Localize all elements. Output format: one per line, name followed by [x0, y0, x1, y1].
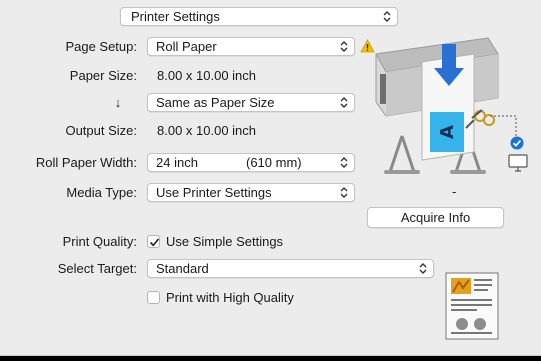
checkmark-icon: [149, 238, 160, 247]
scaling-value: Same as Paper Size: [156, 95, 275, 110]
media-type-label: Media Type:: [66, 185, 137, 200]
chevron-updown-icon: [340, 187, 348, 198]
presets-popup[interactable]: Printer Settings: [120, 7, 398, 26]
printer-illustration: A: [375, 37, 517, 174]
chevron-updown-icon: [340, 41, 348, 52]
chevron-updown-icon: [340, 157, 348, 168]
svg-text:A: A: [437, 125, 458, 139]
chevron-updown-icon: [340, 97, 348, 108]
roll-paper-width-mm: (610 mm): [246, 155, 302, 170]
chevron-updown-icon: [419, 263, 427, 274]
quality-preview-icon: [445, 272, 499, 340]
print-dialog-panel: Printer Settings Page Setup: Roll Paper …: [0, 0, 541, 356]
page-setup-value: Roll Paper: [156, 39, 217, 54]
media-type-popup[interactable]: Use Printer Settings: [147, 183, 355, 202]
status-dash: -: [452, 184, 457, 199]
roll-paper-width-popup[interactable]: 24 inch (610 mm): [147, 153, 355, 172]
output-size-value: 8.00 x 10.00 inch: [157, 123, 257, 138]
select-target-value: Standard: [156, 261, 209, 276]
print-quality-label: Print Quality:: [62, 234, 137, 249]
use-simple-settings-checkbox[interactable]: [147, 235, 160, 248]
select-target-label: Select Target:: [57, 261, 137, 276]
scaling-arrow-icon: ↓: [114, 95, 122, 110]
paper-size-value: 8.00 x 10.00 inch: [157, 68, 257, 83]
monitor-icon: [508, 154, 528, 172]
roll-paper-width-inch: 24 inch: [156, 155, 198, 170]
output-size-label: Output Size:: [65, 123, 137, 138]
scaling-popup[interactable]: Same as Paper Size: [147, 93, 355, 112]
acquire-info-button[interactable]: Acquire Info: [367, 207, 504, 228]
media-type-value: Use Printer Settings: [156, 185, 272, 200]
page-setup-popup[interactable]: Roll Paper: [147, 37, 355, 56]
paper-size-label: Paper Size:: [69, 68, 137, 83]
print-high-quality-label[interactable]: Print with High Quality: [166, 289, 294, 306]
page-setup-label: Page Setup:: [65, 39, 137, 54]
roll-paper-width-label: Roll Paper Width:: [35, 155, 137, 170]
select-target-popup[interactable]: Standard: [147, 259, 434, 278]
use-simple-settings-label[interactable]: Use Simple Settings: [166, 233, 283, 250]
checkmark-badge-icon: [510, 136, 524, 150]
chevron-updown-icon: [383, 11, 391, 22]
presets-popup-value: Printer Settings: [131, 9, 220, 24]
print-high-quality-checkbox[interactable]: [147, 291, 160, 304]
